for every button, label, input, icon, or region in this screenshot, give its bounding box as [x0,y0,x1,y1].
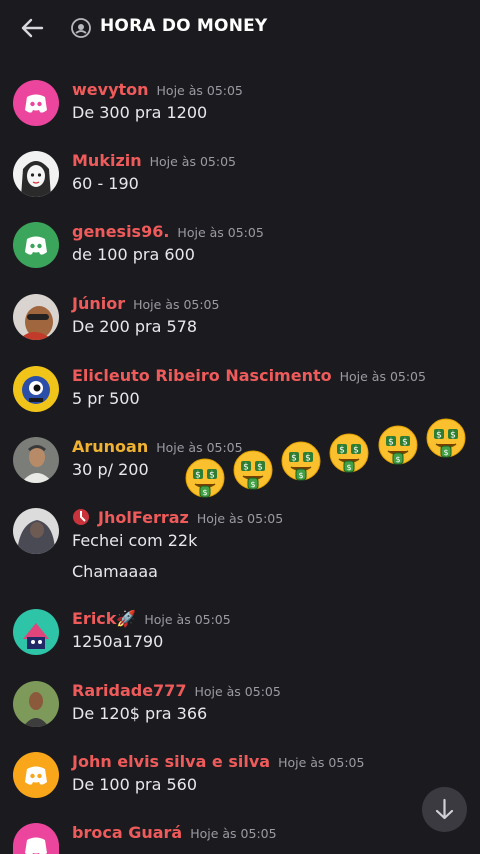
user-avatar[interactable] [13,437,59,483]
author-line: broca Guará Hoje às 05:05 [72,823,277,842]
message-text: Fechei com 22k [72,531,198,550]
user-avatar[interactable] [13,294,59,340]
channel-title: HORA DO MONEY [100,16,268,36]
user-avatar[interactable] [13,681,59,727]
user-avatar[interactable] [13,508,59,554]
timestamp: Hoje às 05:05 [177,225,264,240]
author-line: Elicleuto Ribeiro Nascimento Hoje às 05:0… [72,366,426,385]
message-text: De 120$ pra 366 [72,704,208,723]
author-name[interactable]: Mukizin [72,151,142,170]
stage-channel-icon [71,18,91,38]
timestamp: Hoje às 05:05 [144,612,231,627]
back-arrow-icon[interactable] [18,14,46,42]
channel-header: HORA DO MONEY [0,0,480,56]
timestamp: Hoje às 05:05 [156,83,243,98]
timestamp: Hoje às 05:05 [278,755,365,770]
user-avatar[interactable] [13,151,59,197]
user-avatar[interactable] [13,366,59,412]
user-avatar[interactable] [13,752,59,798]
author-name[interactable]: Elicleuto Ribeiro Nascimento [72,366,332,385]
message-text: 30 p/ 200 [72,460,149,479]
author-name[interactable]: Arunoan [72,437,148,456]
timestamp: Hoje às 05:05 [339,369,426,384]
author-name[interactable]: genesis96. [72,222,169,241]
author-name[interactable]: Raridade777 [72,681,186,700]
money-mouth-emoji [281,441,321,481]
author-line: Raridade777 Hoje às 05:05 [72,681,281,700]
message-text: de 100 pra 600 [72,245,195,264]
author-line: Mukizin Hoje às 05:05 [72,151,236,170]
message-text: Chamaaaa [72,562,158,581]
author-name[interactable]: Júnior [72,294,125,313]
message-text: De 100 pra 560 [72,775,198,794]
message-text: 1250a1790 [72,632,164,651]
money-mouth-emoji [426,418,466,458]
money-mouth-emoji [233,450,273,490]
timestamp: Hoje às 05:05 [194,684,281,699]
author-name[interactable]: JholFerraz [98,508,189,527]
author-line: Júnior Hoje às 05:05 [72,294,219,313]
timestamp: Hoje às 05:05 [196,511,284,526]
timestamp: Hoje às 05:05 [156,440,243,455]
timestamp: Hoje às 05:05 [149,154,236,169]
author-name[interactable]: wevyton [72,80,149,99]
money-mouth-emoji [378,425,418,465]
user-avatar[interactable] [13,222,59,268]
timestamp: Hoje às 05:05 [133,297,220,312]
author-line: wevyton Hoje às 05:05 [72,80,243,99]
user-avatar[interactable] [13,80,59,126]
scroll-to-bottom-button[interactable] [422,787,467,832]
author-line: Arunoan Hoje às 05:05 [72,437,243,456]
author-line: genesis96. Hoje às 05:05 [72,222,264,241]
role-badge-icon [73,509,89,525]
timestamp: Hoje às 05:05 [190,826,277,841]
user-avatar[interactable] [13,609,59,655]
author-name[interactable]: John elvis silva e silva [72,752,270,771]
author-line: John elvis silva e silva Hoje às 05:05 [72,752,364,771]
message-text: De 200 pra 578 [72,317,198,336]
money-mouth-emoji [329,433,369,473]
author-name[interactable]: Erick🚀 [72,609,136,628]
message-text: 5 pr 500 [72,389,140,408]
author-line: Erick🚀 Hoje às 05:05 [72,609,231,628]
message-text: De 300 pra 1200 [72,103,208,122]
author-name[interactable]: broca Guará [72,823,182,842]
message-text: 60 - 190 [72,174,139,193]
author-line: JholFerraz Hoje às 05:05 [72,508,283,527]
money-mouth-emoji [185,458,225,498]
user-avatar[interactable] [13,823,59,854]
scroll-down-arrow-icon [435,798,454,820]
